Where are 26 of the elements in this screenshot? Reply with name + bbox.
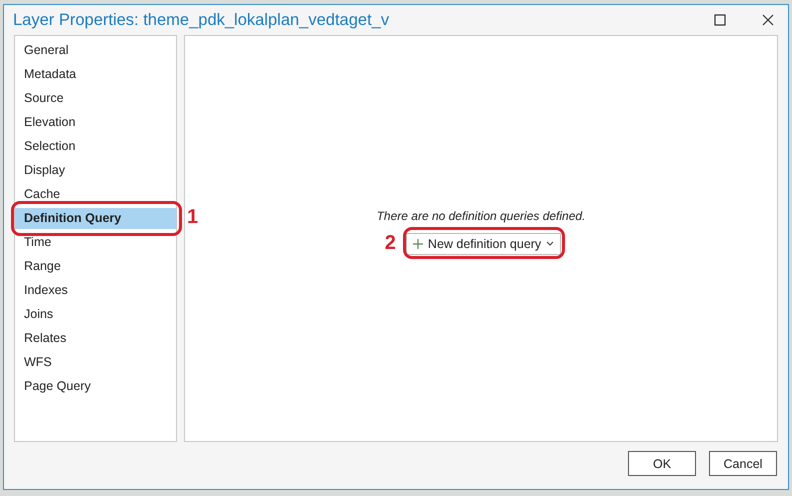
sidebar-item[interactable]: Metadata	[15, 64, 176, 85]
sidebar-item[interactable]: General	[15, 40, 176, 61]
sidebar-item[interactable]: WFS	[15, 352, 176, 373]
window-title: Layer Properties: theme_pdk_lokalplan_vedtaget_v	[13, 10, 390, 30]
plus-icon	[412, 238, 423, 248]
sidebar-item[interactable]: Cache	[15, 184, 176, 205]
close-icon[interactable]	[762, 14, 774, 26]
caret-icon	[546, 241, 554, 246]
sidebar-item[interactable]: Elevation	[15, 112, 176, 133]
callout-number: 1	[187, 206, 198, 229]
sidebar-item[interactable]: Joins	[15, 304, 176, 325]
sidebar-item[interactable]: Selection	[15, 136, 176, 157]
sidebar-item[interactable]: Time	[15, 232, 176, 253]
sidebar-item[interactable]: Range	[15, 256, 176, 277]
sidebar-item[interactable]: Source	[15, 88, 176, 109]
sidebar-item[interactable]: Indexes	[15, 280, 176, 301]
dialog-button[interactable]: Cancel	[709, 451, 777, 476]
sidebar-item[interactable]: Display	[15, 160, 176, 181]
sidebar-item[interactable]: Definition Query	[15, 208, 176, 229]
sidebar-item[interactable]: Relates	[15, 328, 176, 349]
maximize-icon[interactable]	[714, 14, 726, 26]
sidebar-item[interactable]: Page Query	[15, 376, 176, 397]
callout-number: 2	[384, 232, 396, 255]
empty-message: There are no definition queries defined.	[376, 209, 586, 223]
new-query-button[interactable]: New definition query	[406, 232, 562, 254]
dialog-button[interactable]: OK	[628, 451, 696, 476]
